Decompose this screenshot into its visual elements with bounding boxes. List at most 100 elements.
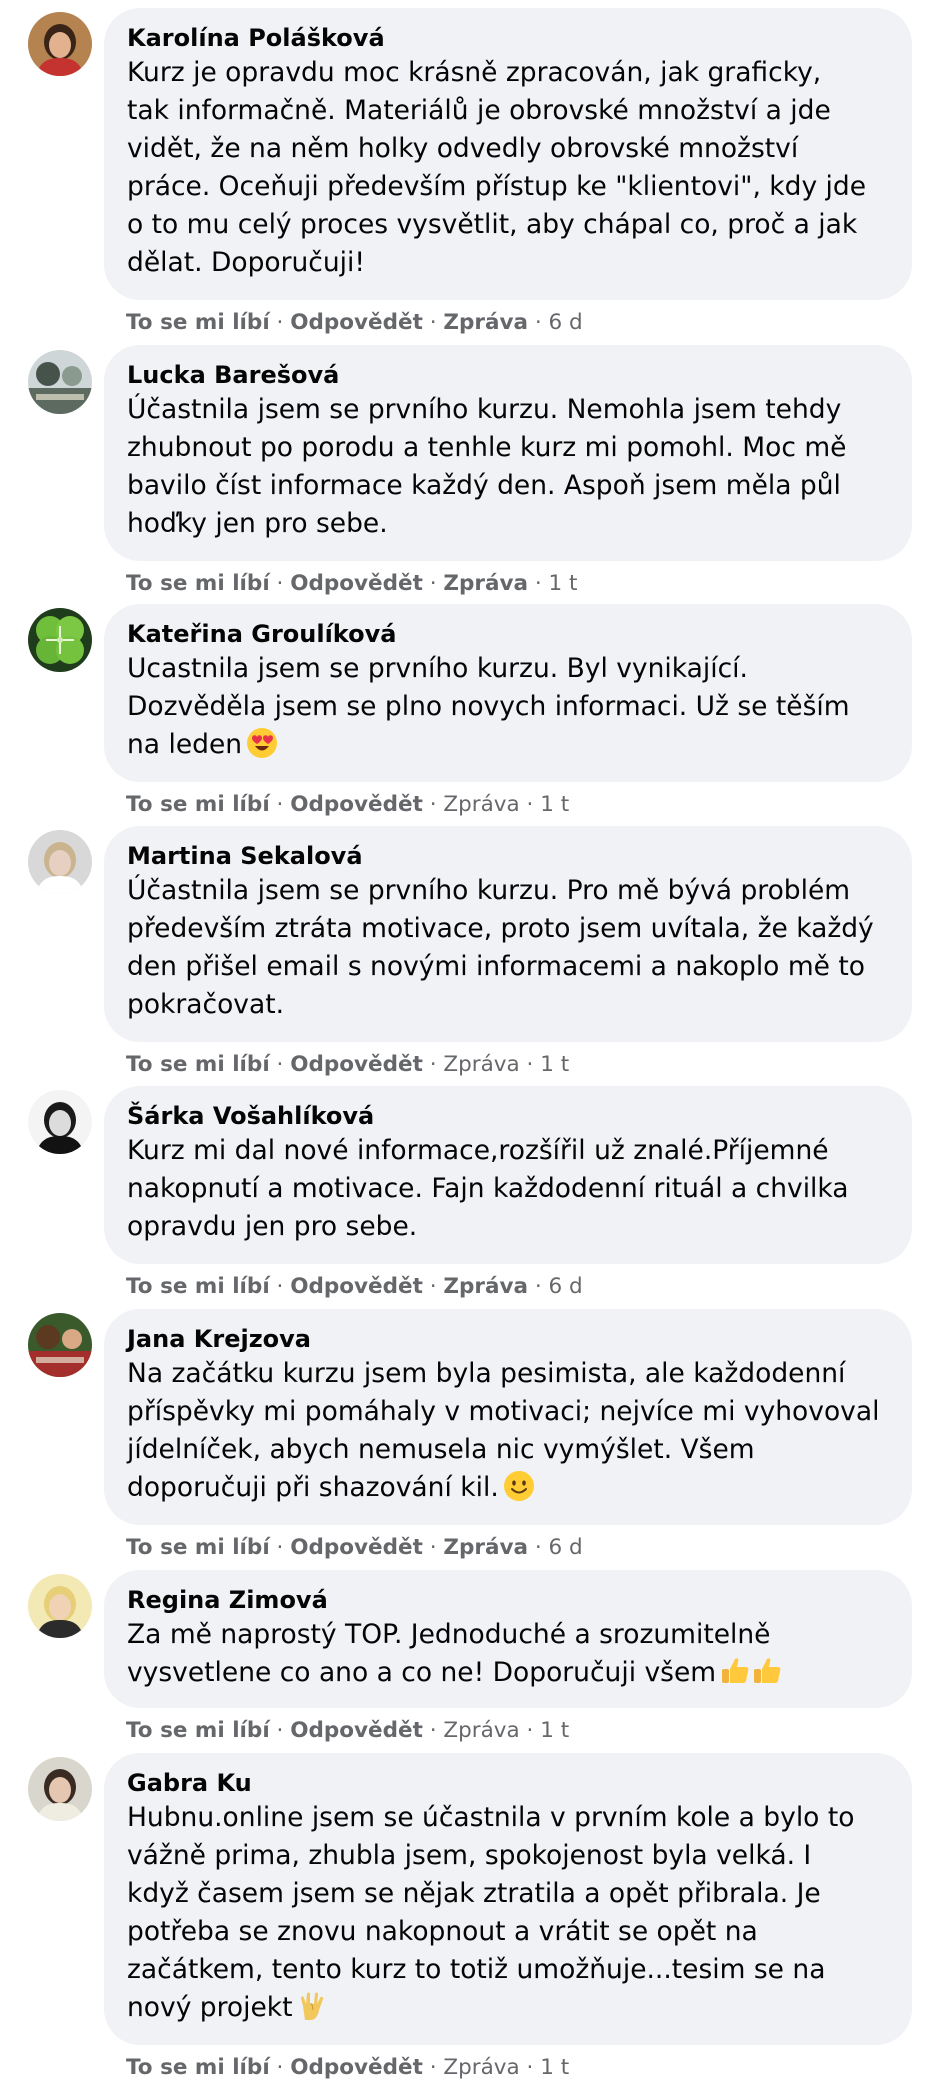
comment-timestamp[interactable]: 1 t xyxy=(540,1052,569,1077)
message-button[interactable]: Zpráva xyxy=(443,1052,519,1077)
avatar[interactable] xyxy=(28,1574,92,1638)
comment-timestamp[interactable]: 6 d xyxy=(549,310,583,335)
comment-bubble: Karolína Polášková Kurz je opravdu moc kr… xyxy=(104,8,912,300)
message-button[interactable]: Zpráva xyxy=(443,792,519,817)
avatar[interactable] xyxy=(28,350,92,414)
comment-text-line: Ucastnila jsem se prvního kurzu. Byl vyn… xyxy=(127,650,890,688)
like-button[interactable]: To se mi líbí xyxy=(126,1052,270,1077)
separator: · xyxy=(528,310,549,335)
comment-text: vážně prima, zhubla jsem, spokojenost by… xyxy=(127,1840,812,1871)
avatar[interactable] xyxy=(28,1313,92,1377)
message-button[interactable]: Zpráva xyxy=(443,571,528,596)
comment-text: především ztráta motivace, proto jsem uv… xyxy=(127,913,874,944)
comment-bubble: Kateřina Groulíková Ucastnila jsem se prv… xyxy=(104,604,912,782)
comment-text: na leden xyxy=(127,729,243,760)
comment-text: Účastnila jsem se prvního kurzu. Nemohla… xyxy=(127,394,842,425)
message-button[interactable]: Zpráva xyxy=(443,2055,519,2080)
comment-text-line: Hubnu.online jsem se účastnila v prvním … xyxy=(127,1799,890,1837)
reply-button[interactable]: Odpovědět xyxy=(290,1052,423,1077)
reply-button[interactable]: Odpovědět xyxy=(290,571,423,596)
comment-timestamp[interactable]: 6 d xyxy=(549,1535,583,1560)
like-button[interactable]: To se mi líbí xyxy=(126,571,270,596)
avatar[interactable] xyxy=(28,1090,92,1154)
message-button[interactable]: Zpráva xyxy=(443,1718,519,1743)
message-button[interactable]: Zpráva xyxy=(443,1274,528,1299)
comment-author[interactable]: Jana Krejzova xyxy=(127,1325,890,1355)
vulcan-salute-emoji xyxy=(297,1990,329,2022)
comment-text: den přišel email s novými informacemi a … xyxy=(127,951,865,982)
comment-text-line: začátkem, tento kurz to totiž umožňuje..… xyxy=(127,1951,890,1989)
comment-timestamp[interactable]: 1 t xyxy=(540,2055,569,2080)
separator: · xyxy=(519,1718,541,1743)
comment-text-line: na leden xyxy=(127,726,890,764)
avatar[interactable] xyxy=(28,12,92,76)
comment-text: Kurz mi dal nové informace,rozšířil už z… xyxy=(127,1135,829,1166)
avatar[interactable] xyxy=(28,608,92,672)
comment-text: zhubnout po porodu a tenhle kurz mi pomo… xyxy=(127,432,847,463)
comment-text: Za mě naprostý TOP. Jednoduché a srozumi… xyxy=(127,1619,771,1650)
reply-button[interactable]: Odpovědět xyxy=(290,310,423,335)
separator: · xyxy=(422,1052,444,1077)
comment-text-line: dělat. Doporučuji! xyxy=(127,244,890,282)
comment-timestamp[interactable]: 1 t xyxy=(540,1718,569,1743)
comment-list: Karolína Polášková Kurz je opravdu moc kr… xyxy=(0,0,932,2082)
heart-eyes-emoji xyxy=(246,727,278,759)
comment-text-line: práce. Oceňuji především přístup ke "kli… xyxy=(127,168,890,206)
comment-author[interactable]: Karolína Polášková xyxy=(127,24,890,54)
reply-button[interactable]: Odpovědět xyxy=(290,1535,423,1560)
comment-text-line: tak informačně. Materiálů je obrovské mn… xyxy=(127,92,890,130)
reply-button[interactable]: Odpovědět xyxy=(290,1274,423,1299)
comment-text-line: nový projekt xyxy=(127,1989,890,2027)
comment-author[interactable]: Šárka Vošahlíková xyxy=(127,1102,890,1132)
like-button[interactable]: To se mi líbí xyxy=(126,1718,270,1743)
like-button[interactable]: To se mi líbí xyxy=(126,2055,270,2080)
comment-text-line: den přišel email s novými informacemi a … xyxy=(127,948,890,986)
message-button[interactable]: Zpráva xyxy=(443,1535,528,1560)
thumbs-up-emoji xyxy=(720,1655,784,1687)
comment-text: nakopnutí a motivace. Fajn každodenní ri… xyxy=(127,1173,849,1204)
comment-author[interactable]: Martina Sekalová xyxy=(127,842,890,872)
comment-text-line: vysvetlene co ano a co ne! Doporučuji vš… xyxy=(127,1654,890,1692)
comment-text-line: Účastnila jsem se prvního kurzu. Pro mě … xyxy=(127,872,890,910)
comment-text: jídelníček, abych nemusela nic vymýšlet.… xyxy=(127,1434,755,1465)
comment-text: dělat. Doporučuji! xyxy=(127,247,366,278)
avatar[interactable] xyxy=(28,830,92,894)
comment-text: hoďky jen pro sebe. xyxy=(127,508,388,539)
comment-actions: To se mi líbí · Odpovědět · Zpráva · 1 t xyxy=(126,1718,569,1744)
comment-timestamp[interactable]: 1 t xyxy=(549,571,578,596)
comment-author[interactable]: Gabra Ku xyxy=(127,1769,890,1799)
like-button[interactable]: To se mi líbí xyxy=(126,310,270,335)
comment-timestamp[interactable]: 1 t xyxy=(540,792,569,817)
comment-actions: To se mi líbí · Odpovědět · Zpráva · 1 t xyxy=(126,571,578,597)
comment-author[interactable]: Regina Zimová xyxy=(127,1586,890,1616)
comment-bubble: Gabra Ku Hubnu.online jsem se účastnila v… xyxy=(104,1753,912,2045)
reply-button[interactable]: Odpovědět xyxy=(290,792,423,817)
comment-timestamp[interactable]: 6 d xyxy=(549,1274,583,1299)
separator: · xyxy=(269,571,291,596)
comment-actions: To se mi líbí · Odpovědět · Zpráva · 1 t xyxy=(126,792,569,818)
comment-text: práce. Oceňuji především přístup ke "kli… xyxy=(127,171,867,202)
separator: · xyxy=(422,310,444,335)
separator: · xyxy=(519,1052,541,1077)
separator: · xyxy=(422,792,444,817)
smile-emoji xyxy=(503,1470,535,1502)
comment-actions: To se mi líbí · Odpovědět · Zpráva · 6 d xyxy=(126,1274,583,1300)
separator: · xyxy=(528,1535,549,1560)
like-button[interactable]: To se mi líbí xyxy=(126,792,270,817)
separator: · xyxy=(269,1535,291,1560)
comment-bubble: Jana Krejzova Na začátku kurzu jsem byla … xyxy=(104,1309,912,1525)
comment-text: opravdu jen pro sebe. xyxy=(127,1211,418,1242)
comment-text-line: zhubnout po porodu a tenhle kurz mi pomo… xyxy=(127,429,890,467)
reply-button[interactable]: Odpovědět xyxy=(290,1718,423,1743)
message-button[interactable]: Zpráva xyxy=(443,310,528,335)
comment-text-line: vážně prima, zhubla jsem, spokojenost by… xyxy=(127,1837,890,1875)
like-button[interactable]: To se mi líbí xyxy=(126,1535,270,1560)
reply-button[interactable]: Odpovědět xyxy=(290,2055,423,2080)
like-button[interactable]: To se mi líbí xyxy=(126,1274,270,1299)
comment-author[interactable]: Kateřina Groulíková xyxy=(127,620,890,650)
comment-author[interactable]: Lucka Barešová xyxy=(127,361,890,391)
comment-text: o to mu celý proces vysvětlit, aby chápa… xyxy=(127,209,858,240)
comment-text: bavilo číst informace každý den. Aspoň j… xyxy=(127,470,841,501)
comment-text-line: bavilo číst informace každý den. Aspoň j… xyxy=(127,467,890,505)
avatar[interactable] xyxy=(28,1757,92,1821)
